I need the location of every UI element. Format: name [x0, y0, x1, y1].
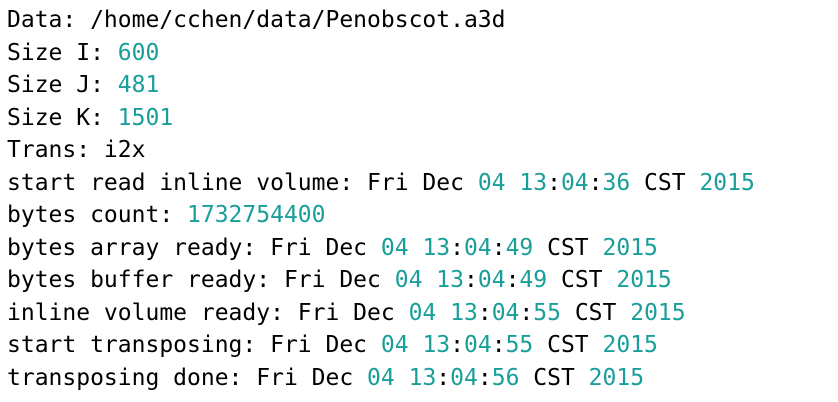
- console-number-token: 04: [491, 299, 520, 326]
- console-number-token: 1732754400: [187, 202, 326, 228]
- console-text-token: :: [491, 234, 506, 261]
- console-text-token: :: [547, 169, 561, 196]
- console-line: start transposing: Fri Dec 04 13:04:55 C…: [7, 329, 755, 362]
- console-line: bytes count: 1732754400: [7, 199, 755, 232]
- console-text-token: start transposing: Fri Dec: [7, 332, 381, 358]
- console-text-token: [436, 300, 450, 326]
- console-line: Size I: 600: [7, 37, 755, 70]
- console-text-token: bytes buffer ready: Fri Dec: [7, 267, 395, 293]
- console-text-token: :: [464, 267, 478, 293]
- console-number-token: 2015: [699, 169, 755, 196]
- console-text-token: CST: [560, 299, 631, 326]
- console-number-token: 04: [394, 267, 423, 293]
- console-number-token: 55: [505, 332, 534, 358]
- console-number-token: 13: [450, 299, 478, 326]
- console-number-token: 04: [464, 234, 492, 261]
- console-text-token: CST: [519, 364, 589, 391]
- console-number-token: 04: [380, 332, 409, 358]
- console-text-token: bytes array ready: Fri Dec: [7, 234, 381, 261]
- console-line: Size K: 1501: [7, 102, 755, 135]
- console-text-token: Size I:: [7, 39, 118, 66]
- console-number-token: 2015: [588, 364, 645, 391]
- console-number-token: 49: [519, 267, 548, 293]
- console-output: Data: /home/cchen/data/Penobscot.a3d Size…: [7, 4, 755, 394]
- console-number-token: 04: [477, 169, 506, 196]
- console-line: bytes buffer ready: Fri Dec 04 13:04:49 …: [7, 264, 755, 297]
- console-number-token: 2015: [630, 299, 686, 326]
- console-line: bytes array ready: Fri Dec 04 13:04:49 C…: [7, 232, 755, 265]
- console-number-token: 36: [602, 169, 631, 196]
- console-text-token: :: [477, 364, 492, 391]
- console-text-token: :: [436, 364, 451, 391]
- console-line: start read inline volume: Fri Dec 04 13:…: [7, 167, 755, 200]
- console-line: transposing done: Fri Dec 04 13:04:56 CS…: [7, 362, 755, 395]
- console-number-token: 04: [367, 364, 395, 391]
- console-text-token: CST: [533, 332, 603, 358]
- console-text-token: [409, 332, 423, 358]
- console-number-token: 55: [533, 299, 561, 326]
- console-line: Size J: 481: [7, 69, 755, 102]
- console-text-token: :: [588, 169, 603, 196]
- console-line: inline volume ready: Fri Dec 04 13:04:55…: [7, 297, 755, 330]
- console-number-token: 04: [408, 299, 437, 326]
- console-number-token: 04: [380, 234, 409, 261]
- console-number-token: 04: [560, 169, 589, 196]
- console-text-token: start read inline volume: Fri Dec: [7, 169, 478, 196]
- console-text-token: [506, 170, 520, 196]
- console-text-token: Size K:: [7, 104, 118, 131]
- console-text-token: [422, 267, 436, 293]
- console-text-token: [409, 235, 423, 261]
- console-text-token: :: [477, 299, 492, 326]
- console-text-token: Size J:: [7, 72, 118, 98]
- console-number-token: 2015: [602, 234, 658, 261]
- console-number-token: 1501: [117, 104, 174, 131]
- console-number-token: 04: [450, 364, 478, 391]
- console-text-token: :: [505, 267, 520, 293]
- console-text-token: bytes count:: [7, 202, 188, 228]
- console-text-token: CST: [547, 267, 617, 293]
- console-number-token: 2015: [616, 267, 672, 293]
- console-text-token: :: [450, 332, 464, 358]
- console-text-token: [395, 365, 409, 391]
- console-number-token: 481: [117, 72, 160, 98]
- console-number-token: 2015: [602, 332, 658, 358]
- console-number-token: 04: [477, 267, 506, 293]
- console-text-token: :: [519, 299, 534, 326]
- console-number-token: 49: [505, 234, 534, 261]
- console-number-token: 13: [436, 267, 464, 293]
- console-text-token: CST: [630, 169, 700, 196]
- console-text-token: :: [450, 234, 464, 261]
- console-text-token: Trans: i2x: [7, 137, 146, 163]
- console-line: Data: /home/cchen/data/Penobscot.a3d: [7, 4, 755, 37]
- console-number-token: 13: [422, 332, 451, 358]
- console-number-token: 13: [408, 364, 437, 391]
- console-number-token: 56: [491, 364, 520, 391]
- console-number-token: 04: [464, 332, 492, 358]
- console-text-token: inline volume ready: Fri Dec: [7, 299, 409, 326]
- console-number-token: 600: [117, 39, 160, 66]
- console-text-token: Data: /home/cchen/data/Penobscot.a3d: [7, 7, 506, 33]
- console-line: Trans: i2x: [7, 134, 755, 167]
- console-number-token: 13: [422, 234, 451, 261]
- console-text-token: :: [491, 332, 506, 358]
- console-text-token: CST: [533, 234, 603, 261]
- console-text-token: transposing done: Fri Dec: [7, 364, 368, 391]
- console-number-token: 13: [519, 169, 548, 196]
